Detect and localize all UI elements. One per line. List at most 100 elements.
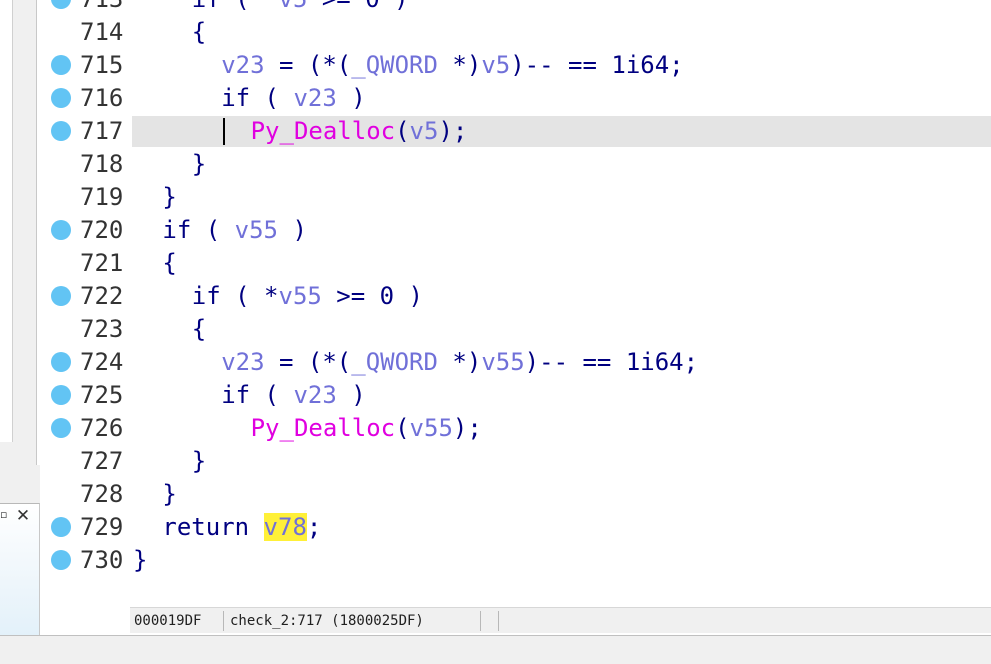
code-line[interactable]: 725 if ( v23 ) [40, 379, 991, 412]
code-token: ( [395, 414, 410, 442]
code-text[interactable]: v23 = (*(_QWORD *)v55)-- == 1i64; [221, 346, 698, 379]
code-token: ( * [220, 282, 279, 310]
variable-token[interactable]: v55 [481, 348, 524, 376]
code-line[interactable]: 723 { [40, 313, 991, 346]
breakpoint-dot-icon[interactable] [51, 0, 71, 9]
code-text[interactable]: } [133, 544, 147, 577]
code-text[interactable]: } [162, 181, 176, 214]
code-line[interactable]: 713 if ( *v5 >= 0 ) [40, 0, 991, 16]
variable-token[interactable]: v23 [221, 348, 264, 376]
line-number: 725 [80, 381, 124, 409]
code-token: >= 0 ) [307, 0, 409, 13]
code-text[interactable]: if ( v23 ) [221, 379, 366, 412]
function-token[interactable]: Py_Dealloc [251, 117, 396, 145]
variable-token[interactable]: v23 [293, 381, 336, 409]
left-dock-splitter[interactable] [0, 465, 40, 503]
variable-token[interactable]: _QWORD [351, 51, 438, 79]
line-number: 727 [80, 447, 124, 475]
variable-token[interactable]: v23 [221, 51, 264, 79]
variable-token[interactable]: v5 [279, 0, 308, 13]
breakpoint-dot-icon[interactable] [51, 286, 71, 306]
code-line[interactable]: 717 Py_Dealloc(v5); [40, 115, 991, 148]
line-number: 730 [80, 546, 124, 574]
breakpoint-dot-icon[interactable] [51, 55, 71, 75]
code-line[interactable]: 718} [40, 148, 991, 181]
code-line[interactable]: 715 v23 = (*(_QWORD *)v5)-- == 1i64; [40, 49, 991, 82]
line-number: 714 [80, 18, 124, 46]
close-icon[interactable]: ✕ [12, 505, 34, 527]
line-number: 717 [80, 117, 124, 145]
code-line[interactable]: 719} [40, 181, 991, 214]
variable-token[interactable]: v55 [235, 216, 278, 244]
breakpoint-dot-icon[interactable] [51, 352, 71, 372]
pseudocode-view[interactable]: 713if ( *v5 >= 0 )714{715v23 = (*(_QWORD… [40, 0, 991, 607]
breakpoint-dot-icon[interactable] [51, 220, 71, 240]
code-line[interactable]: 720 if ( v55 ) [40, 214, 991, 247]
status-bar: 000019DF check_2:717 (1800025DF) [130, 607, 991, 633]
code-token: )-- == 1i64; [510, 51, 684, 79]
line-number: 722 [80, 282, 124, 310]
code-text[interactable]: if ( *v5 >= 0 ) [192, 0, 409, 16]
code-token: { [191, 315, 207, 343]
keyword-token: if [162, 216, 192, 244]
code-text[interactable]: } [192, 445, 206, 478]
code-text[interactable]: if ( v55 ) [162, 214, 307, 247]
code-text[interactable]: return v78; [162, 511, 321, 544]
code-text[interactable]: { [162, 247, 176, 280]
code-text[interactable]: { [192, 16, 206, 49]
code-line[interactable]: 730} [40, 544, 991, 577]
code-token: ); [452, 414, 482, 442]
pane-tab-icon[interactable]: ▫ [0, 509, 8, 521]
breakpoint-dot-icon[interactable] [51, 121, 71, 141]
code-text[interactable]: Py_Dealloc(v5); [251, 115, 468, 148]
variable-token[interactable]: _QWORD [351, 348, 438, 376]
code-token: { [162, 249, 177, 277]
variable-token[interactable]: v78 [263, 513, 307, 541]
code-text[interactable]: { [192, 313, 206, 346]
code-text[interactable]: } [162, 478, 176, 511]
code-line[interactable]: 726 Py_Dealloc(v55); [40, 412, 991, 445]
code-token: ) [336, 84, 366, 112]
code-text[interactable]: Py_Dealloc(v55); [251, 412, 482, 445]
line-number: 713 [80, 0, 128, 16]
code-line[interactable]: 721 { [40, 247, 991, 280]
breakpoint-dot-icon[interactable] [51, 418, 71, 438]
code-token: *) [437, 51, 482, 79]
code-text[interactable]: if ( *v55 >= 0 ) [192, 280, 423, 313]
code-line[interactable]: 714 { [40, 16, 991, 49]
code-token: = (*( [264, 348, 352, 376]
variable-token[interactable]: v5 [481, 51, 510, 79]
line-number: 724 [80, 348, 124, 376]
left-dock-pane [0, 0, 37, 465]
code-text[interactable]: v23 = (*(_QWORD *)v5)-- == 1i64; [221, 49, 683, 82]
line-number: 723 [80, 315, 124, 343]
code-line[interactable]: 729 return v78; [40, 511, 991, 544]
code-line[interactable]: 716 if ( v23 ) [40, 82, 991, 115]
variable-token[interactable]: v5 [410, 117, 439, 145]
line-number: 720 [80, 216, 124, 244]
breakpoint-dot-icon[interactable] [51, 517, 71, 537]
line-number: 719 [80, 183, 124, 211]
line-number: 718 [80, 150, 124, 178]
variable-token[interactable]: v55 [410, 414, 453, 442]
code-token: { [191, 18, 207, 46]
variable-token[interactable]: v55 [279, 282, 322, 310]
breakpoint-dot-icon[interactable] [51, 550, 71, 570]
code-token: } [162, 480, 177, 508]
code-token: )-- == 1i64; [524, 348, 699, 376]
code-token: } [133, 546, 148, 574]
line-number: 716 [80, 84, 124, 112]
code-line[interactable]: 728} [40, 478, 991, 511]
line-number: 728 [80, 480, 124, 508]
variable-token[interactable]: v23 [293, 84, 336, 112]
code-line[interactable]: 727} [40, 445, 991, 478]
code-token: ( [250, 84, 294, 112]
code-line[interactable]: 722 if ( *v55 >= 0 ) [40, 280, 991, 313]
code-text[interactable]: if ( v23 ) [221, 82, 366, 115]
code-line[interactable]: 724 v23 = (*(_QWORD *)v55)-- == 1i64; [40, 346, 991, 379]
breakpoint-dot-icon[interactable] [51, 88, 71, 108]
breakpoint-dot-icon[interactable] [51, 385, 71, 405]
code-text[interactable]: } [192, 148, 206, 181]
function-token[interactable]: Py_Dealloc [251, 414, 396, 442]
